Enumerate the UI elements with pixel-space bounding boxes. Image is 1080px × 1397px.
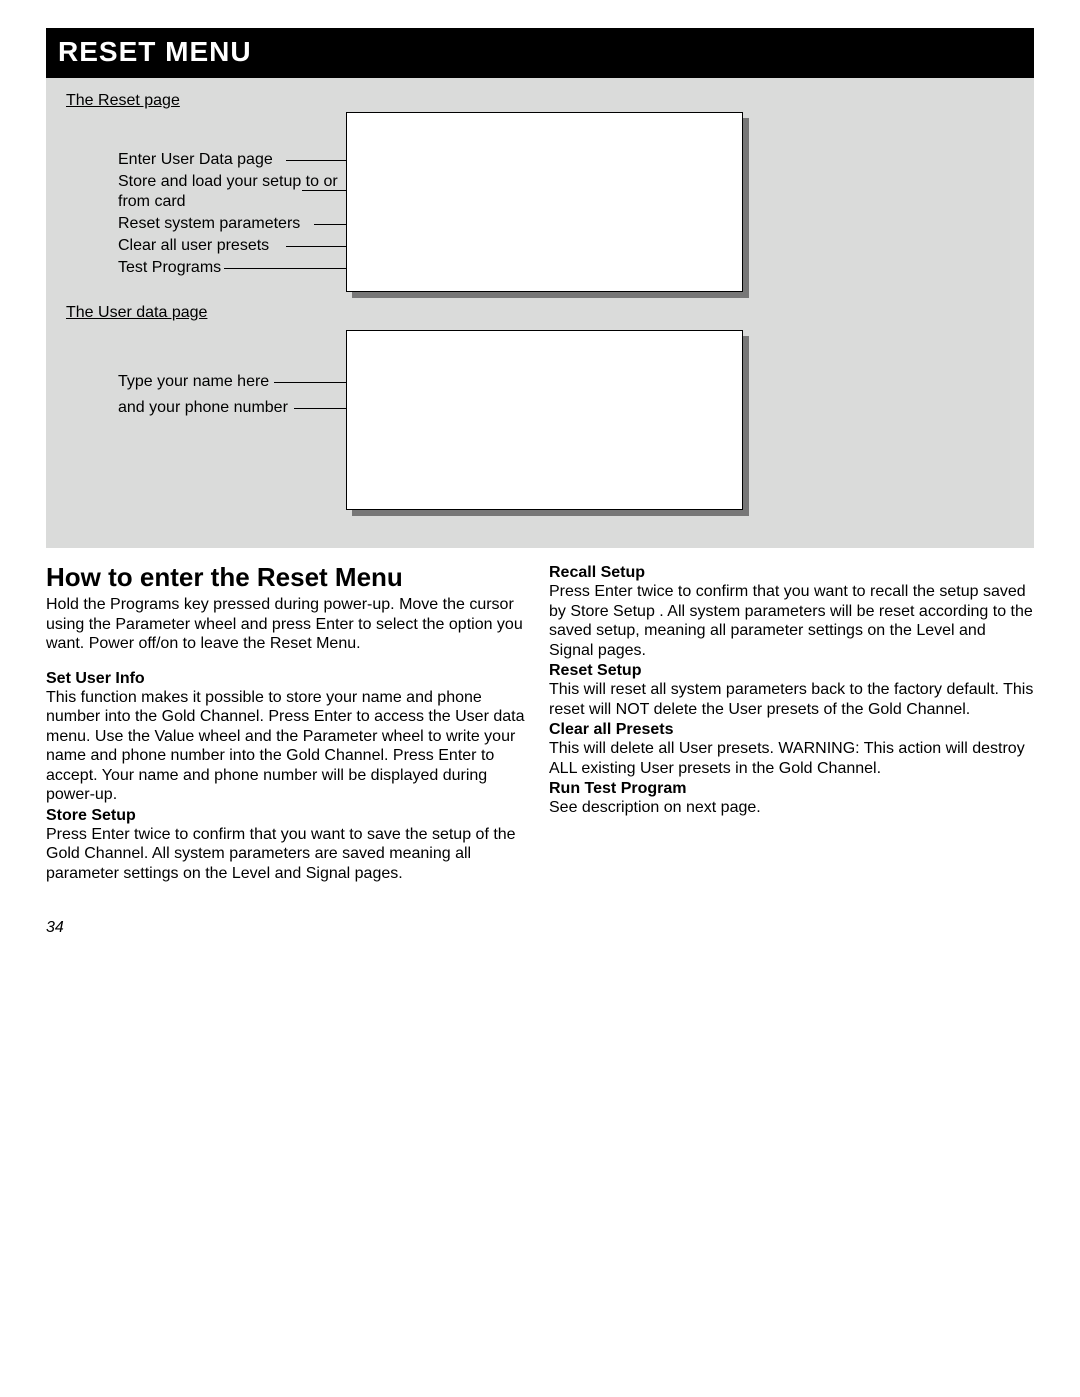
reset-page-label: The Reset page [66,92,180,110]
user-data-screenshot [346,330,743,510]
right-column: Recall Setup Press Enter twice to confir… [549,562,1034,883]
reset-page-screenshot [346,112,743,292]
reset-setup-text: This will reset all system parameters ba… [549,680,1034,719]
store-setup-text: Press Enter twice to confirm that you wa… [46,825,531,884]
callout-store-load: Store and load your setup to or from car… [118,172,338,212]
two-column-layout: How to enter the Reset Menu Hold the Pro… [46,562,1034,883]
callout-reset-system: Reset system parameters [118,214,338,234]
page: Reset Menu The Reset page The User data … [0,0,1080,937]
leader-line [286,246,346,247]
recall-setup-heading: Recall Setup [549,564,1034,582]
set-user-info-heading: Set User Info [46,670,531,688]
leader-line [286,160,346,161]
page-number: 34 [46,919,1034,937]
leader-line [274,382,346,383]
leader-line [224,268,346,269]
page-title: Reset Menu [58,36,252,67]
section-heading: How to enter the Reset Menu [46,562,531,593]
content-area: How to enter the Reset Menu Hold the Pro… [46,548,1034,937]
run-test-text: See description on next page. [549,798,1034,818]
diagram-area: The Reset page The User data page Enter … [46,78,1034,548]
intro-text: Hold the Programs key pressed during pow… [46,595,531,654]
leader-line [302,190,346,191]
leader-line [294,408,346,409]
set-user-info-text: This function makes it possible to store… [46,688,531,805]
user-data-page-label: The User data page [66,304,207,322]
run-test-heading: Run Test Program [549,780,1034,798]
page-title-bar: Reset Menu [46,28,1034,78]
store-setup-heading: Store Setup [46,807,531,825]
clear-presets-heading: Clear all Presets [549,721,1034,739]
reset-setup-heading: Reset Setup [549,662,1034,680]
recall-setup-text: Press Enter twice to confirm that you wa… [549,582,1034,660]
clear-presets-text: This will delete all User presets. WARNI… [549,739,1034,778]
left-column: How to enter the Reset Menu Hold the Pro… [46,562,531,883]
leader-line [314,224,346,225]
